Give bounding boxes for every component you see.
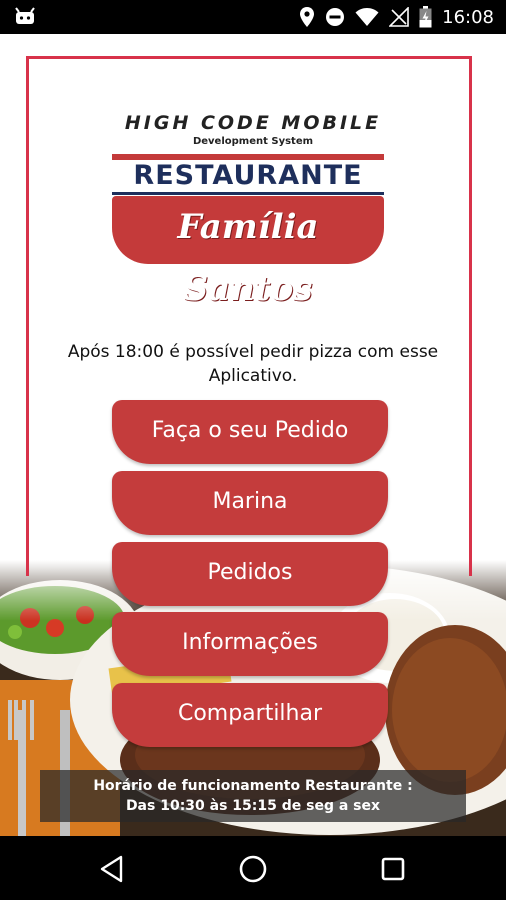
wifi-icon: [355, 8, 379, 26]
logo-restaurante: RESTAURANTE: [133, 160, 363, 191]
order-button[interactable]: Faça o seu Pedido: [112, 400, 388, 464]
battery-charging-icon: [419, 6, 432, 28]
no-signal-icon: [389, 7, 409, 27]
do-not-disturb-icon: [326, 8, 345, 26]
status-time: 16:08: [442, 6, 494, 28]
opening-hours-times: Das 10:30 às 15:15 de seg a sex: [125, 798, 381, 814]
navigation-bar: [0, 836, 506, 900]
recents-icon[interactable]: [376, 852, 410, 886]
brand-tagline: Development System: [192, 136, 314, 147]
location-icon: [300, 7, 315, 27]
opening-hours-banner: Horário de funcionamento Restaurante : D…: [40, 770, 466, 822]
orders-button[interactable]: Pedidos: [112, 542, 388, 606]
status-bar: 16:08: [0, 0, 506, 34]
android-notification-icon: [15, 7, 35, 24]
logo-divider: [112, 192, 384, 195]
home-icon[interactable]: [236, 852, 270, 886]
share-button[interactable]: Compartilhar: [112, 683, 388, 747]
back-icon[interactable]: [96, 852, 130, 886]
information-button[interactable]: Informações: [112, 612, 388, 676]
marina-button[interactable]: Marina: [112, 471, 388, 535]
pizza-notice: Após 18:00 é possível pedir pizza com es…: [67, 342, 439, 386]
logo-family-name: Família Santos: [112, 196, 384, 309]
brand-title: HIGH CODE MOBILE: [124, 112, 382, 134]
opening-hours-title: Horário de funcionamento Restaurante :: [93, 778, 413, 794]
app-screen: 16:08 HIGH CODE MOBILE Development Syste…: [0, 0, 506, 900]
